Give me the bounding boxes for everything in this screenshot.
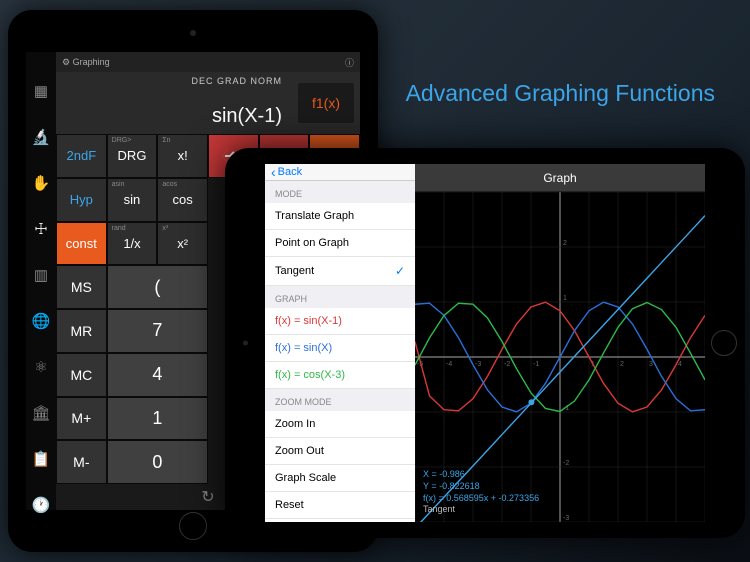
key-mplus[interactable]: M+ [56,397,107,441]
home-button[interactable] [179,512,207,540]
mode-point[interactable]: Point on Graph [265,230,415,257]
key-2ndf[interactable]: 2ndF [56,134,107,178]
sidebar-ruler-icon[interactable]: ▥ [34,266,48,284]
svg-text:3: 3 [649,361,653,368]
sidebar-clock-icon[interactable]: 🕐 [32,496,51,514]
refresh-icon[interactable]: ↻ [201,487,214,507]
svg-text:1: 1 [563,295,567,302]
graph-f2[interactable]: f(x) = sin(X) [265,335,415,362]
readout-y: Y = -0.822618 [423,481,539,493]
graph-f1[interactable]: f(x) = sin(X-1) [265,308,415,335]
gear-icon[interactable]: ⚙ [62,57,70,68]
svg-text:2: 2 [563,240,567,247]
key-0[interactable]: 0 [107,440,208,484]
readout-x: X = -0.986 [423,469,539,481]
sidebar-clipboard-icon[interactable]: 📋 [32,450,51,468]
svg-text:-3: -3 [475,361,481,368]
key-square[interactable]: x³x² [157,222,208,266]
readout-ft: f(x) = 0.568595x + -0.273356 [423,493,539,505]
home-button[interactable] [711,330,737,356]
key-hyp[interactable]: Hyp [56,178,107,222]
zoom-scale[interactable]: Graph Scale [265,465,415,492]
section-zoom: ZOOM MODE [265,389,415,411]
mode-tangent[interactable]: Tangent✓ [265,257,415,286]
key-mc[interactable]: MC [56,353,107,397]
sidebar-bank-icon[interactable]: 🏛 [31,404,50,422]
svg-text:2: 2 [620,361,624,368]
key-drg[interactable]: DRG>DRG [107,134,158,178]
graph-readout: X = -0.986 Y = -0.822618 f(x) = 0.568595… [423,469,539,516]
sidebar-globe-icon[interactable]: 🌐 [32,312,51,330]
key-4[interactable]: 4 [107,353,208,397]
svg-text:-2: -2 [504,361,510,368]
key-factorial[interactable]: Σnx! [157,134,208,178]
mode-indicator: DEC GRAD NORM [191,76,282,86]
back-button[interactable]: Back [278,166,302,178]
graph-panel: Graph -5-4-3-2-112345-3-2-1123 X = -0.98… [415,164,705,522]
sidebar-calculator-icon[interactable]: ▦ [34,82,48,100]
key-1[interactable]: 1 [107,397,208,441]
sidebar-microscope-icon[interactable]: 🔬 [32,128,51,146]
svg-text:-3: -3 [563,515,569,522]
calc-title: Graphing [73,57,110,67]
chevron-left-icon[interactable]: ‹ [271,164,276,180]
zoom-in[interactable]: Zoom In [265,411,415,438]
hero-title: Advanced Graphing Functions [406,80,715,107]
key-lparen[interactable]: ( [107,265,208,309]
menu-navbar: ‹ Back [265,164,415,181]
key-mminus[interactable]: M- [56,440,107,484]
expression-display: sin(X-1) [212,105,282,128]
graph-menu: ‹ Back MODE Translate Graph Point on Gra… [265,164,415,522]
ipad-graph: ‹ Back MODE Translate Graph Point on Gra… [225,148,745,538]
sidebar-atom-icon[interactable]: ⚛ [34,358,47,376]
svg-text:-1: -1 [533,361,539,368]
info-icon[interactable]: ⓘ [345,56,354,69]
key-ms[interactable]: MS [56,265,107,309]
fx-button[interactable]: f1(x) [298,83,354,123]
app-sidebar: ▦ 🔬 ✋ ☩ ▥ 🌐 ⚛ 🏛 📋 🕐 [26,52,56,510]
graph-title: Graph [543,171,576,185]
sidebar-graph-icon[interactable]: ☩ [34,220,47,238]
key-const[interactable]: const [56,222,107,266]
section-mode: MODE [265,181,415,203]
key-inverse[interactable]: rand1/x [107,222,158,266]
key-mr[interactable]: MR [56,309,107,353]
calc-titlebar: ⚙ Graphing ⓘ [56,52,360,72]
svg-text:4: 4 [678,361,682,368]
section-graph: GRAPH [265,286,415,308]
calc-display: DEC GRAD NORM sin(X-1) f1(x) [56,72,360,134]
zoom-reset[interactable]: Reset [265,492,415,519]
zoom-out[interactable]: Zoom Out [265,438,415,465]
svg-text:-4: -4 [446,361,452,368]
key-7[interactable]: 7 [107,309,208,353]
key-sin[interactable]: asinsin [107,178,158,222]
key-cos[interactable]: acoscos [157,178,208,222]
camera-dot [243,341,248,346]
check-icon: ✓ [395,264,405,278]
graph-f3[interactable]: f(x) = cos(X-3) [265,362,415,389]
camera-dot [190,30,196,36]
graph-navbar: Graph [415,164,705,192]
sidebar-hand-icon[interactable]: ✋ [32,174,51,192]
mode-translate[interactable]: Translate Graph [265,203,415,230]
readout-label: Tangent [423,504,539,516]
svg-text:-2: -2 [563,460,569,467]
zoom-center[interactable]: Center on Graph [265,519,415,522]
